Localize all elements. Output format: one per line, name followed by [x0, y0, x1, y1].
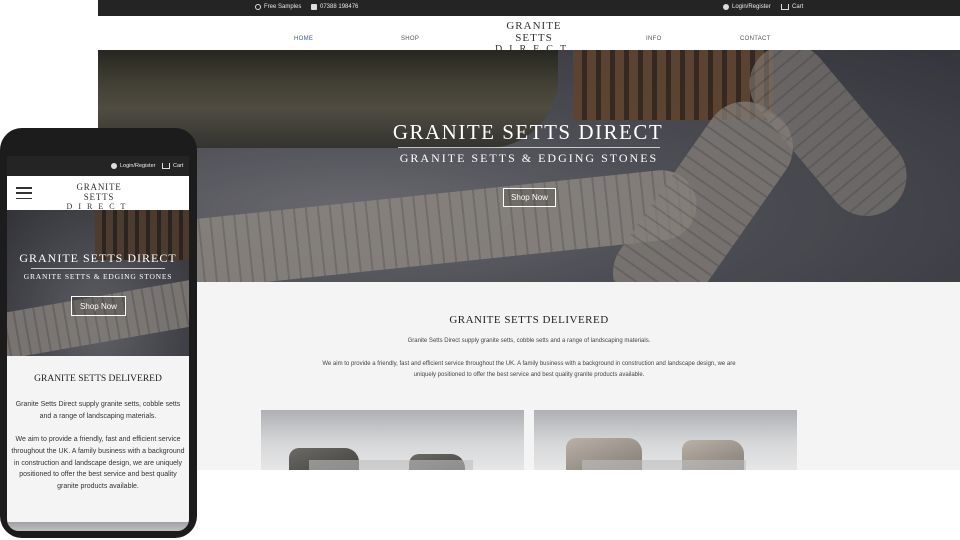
mobile-intro-paragraph-2: We aim to provide a friendly, fast and e… [11, 436, 185, 491]
mobile-product-card[interactable] [7, 522, 189, 531]
nav-shop[interactable]: SHOP [401, 36, 419, 42]
mockup-stage: Free Samples 07388 198476 Login/Register… [0, 0, 960, 540]
hero-divider [398, 147, 660, 148]
phone-icon [311, 4, 317, 10]
mobile-hero-title: GRANITE SETTS DIRECT [19, 251, 177, 265]
shop-now-button[interactable]: Shop Now [503, 188, 556, 207]
hamburger-menu-icon[interactable] [16, 187, 32, 199]
phone-notch [7, 134, 189, 156]
nav-contact[interactable]: CONTACT [740, 36, 771, 42]
login-register-label: Login/Register [732, 4, 771, 10]
desktop-screenshot: Free Samples 07388 198476 Login/Register… [98, 0, 960, 470]
mobile-cart-label: Cart [173, 163, 184, 169]
phone-mockup: Login/Register Cart GRANITE SETTS DIRECT [0, 128, 197, 538]
login-register-link[interactable]: Login/Register [723, 4, 771, 10]
mobile-screen: Login/Register Cart GRANITE SETTS DIRECT [7, 156, 189, 531]
box-icon [255, 4, 261, 10]
hero-divider [31, 268, 165, 269]
hero-subtitle: GRANITE SETTS & EDGING STONES [399, 151, 659, 165]
free-samples-link[interactable]: Free Samples [255, 4, 301, 10]
mobile-login-link[interactable]: Login/Register [111, 163, 155, 169]
mobile-hero-banner: GRANITE SETTS DIRECT GRANITE SETTS & EDG… [7, 210, 189, 356]
desktop-topbar: Free Samples 07388 198476 Login/Register… [98, 0, 960, 16]
mobile-cart-link[interactable]: Cart [162, 163, 183, 169]
free-samples-label: Free Samples [264, 4, 302, 10]
cart-icon [781, 4, 789, 10]
logo-line1: GRANITE SETTS [506, 20, 562, 44]
intro-section: GRANITE SETTS DELIVERED Granite Setts Di… [98, 282, 960, 470]
phone-link[interactable]: 07388 198476 [311, 4, 358, 10]
nav-info[interactable]: INFO [646, 36, 662, 42]
phone-number: 07388 198476 [320, 4, 359, 10]
hero-banner: GRANITE SETTS DIRECT GRANITE SETTS & EDG… [98, 50, 960, 282]
intro-paragraph: Granite Setts Direct supply granite sett… [407, 338, 651, 344]
product-card[interactable] [534, 410, 797, 470]
product-card[interactable] [261, 410, 524, 470]
hero-title: GRANITE SETTS DIRECT [392, 120, 664, 144]
mobile-navbar: GRANITE SETTS DIRECT [7, 176, 189, 212]
user-icon [111, 163, 117, 169]
desktop-navbar: HOME SHOP GRANITE SETTS DIRECT INFO CONT… [98, 16, 960, 55]
cart-icon [162, 163, 170, 169]
cart-link[interactable]: Cart [781, 4, 803, 10]
mobile-login-label: Login/Register [120, 163, 156, 169]
user-icon [723, 4, 729, 10]
logo-line1: GRANITE SETTS [76, 182, 122, 202]
mobile-intro-paragraph: Granite Setts Direct supply granite sett… [15, 401, 181, 420]
cart-label: Cart [792, 4, 804, 10]
mobile-site-logo[interactable]: GRANITE SETTS DIRECT [62, 182, 136, 212]
intro-paragraph-2: We aim to provide a friendly, fast and e… [322, 361, 736, 378]
mobile-topbar: Login/Register Cart [7, 156, 189, 176]
mobile-section-title: GRANITE SETTS DELIVERED [34, 374, 162, 384]
mobile-shop-now-button[interactable]: Shop Now [71, 296, 126, 316]
nav-home[interactable]: HOME [294, 36, 313, 42]
mobile-hero-subtitle: GRANITE SETTS & EDGING STONES [23, 272, 173, 281]
section-title: GRANITE SETTS DELIVERED [449, 314, 609, 326]
